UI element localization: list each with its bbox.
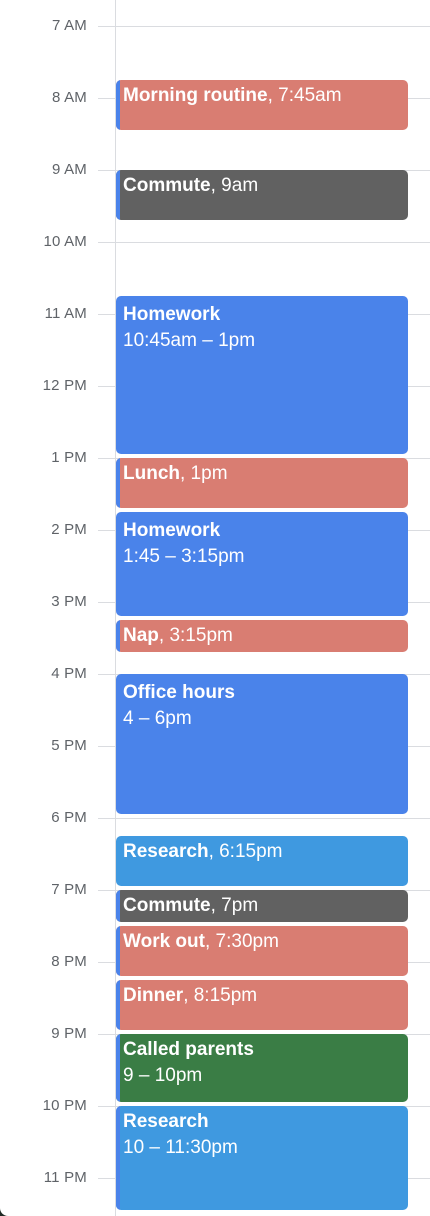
event-commute-evening[interactable]: Commute, 7pm xyxy=(116,890,408,922)
event-accent-bar xyxy=(116,170,120,220)
hour-label-9pm: 9 PM xyxy=(51,1025,87,1042)
event-time: , 3:15pm xyxy=(158,625,233,646)
hour-label-10am: 10 AM xyxy=(43,233,87,250)
event-accent-bar xyxy=(116,620,120,652)
hour-label-8am: 8 AM xyxy=(52,89,87,106)
event-time: , 7:30pm xyxy=(204,931,279,952)
event-time: , 1pm xyxy=(180,463,228,484)
event-title: Homework xyxy=(123,304,221,325)
hour-label-7am: 7 AM xyxy=(52,17,87,34)
hour-label-1pm: 1 PM xyxy=(51,449,87,466)
hour-label-10pm: 10 PM xyxy=(42,1097,87,1114)
event-homework-afternoon[interactable]: Homework 1:45 – 3:15pm xyxy=(116,512,408,616)
hour-label-11pm: 11 PM xyxy=(43,1169,87,1186)
hour-label-11am: 11 AM xyxy=(44,305,87,322)
event-time: , 7:45am xyxy=(267,85,342,106)
event-title: Work out xyxy=(123,931,205,952)
hour-label-9am: 9 AM xyxy=(52,161,87,178)
hour-label-8pm: 8 PM xyxy=(51,953,87,970)
hour-label-2pm: 2 PM xyxy=(51,521,87,538)
event-time: , 7pm xyxy=(210,895,259,916)
event-time: , 9am xyxy=(210,175,259,196)
event-accent-bar xyxy=(116,890,120,922)
event-morning-routine[interactable]: Morning routine, 7:45am xyxy=(116,80,408,130)
hour-label-7pm: 7 PM xyxy=(51,881,87,898)
event-title: Research xyxy=(123,1111,209,1132)
hour-label-6pm: 6 PM xyxy=(51,809,87,826)
event-called-parents[interactable]: Called parents 9 – 10pm xyxy=(116,1034,408,1102)
event-accent-bar xyxy=(116,1034,120,1102)
event-title: Commute xyxy=(123,175,211,196)
event-time: 4 – 6pm xyxy=(123,708,192,729)
event-title: Office hours xyxy=(123,682,235,703)
hour-label-12pm: 12 PM xyxy=(42,377,87,394)
event-title: Morning routine xyxy=(123,85,268,106)
window-corner xyxy=(0,1202,8,1216)
day-view-calendar: 7 AM 8 AM 9 AM 10 AM 11 AM 12 PM 1 PM 2 … xyxy=(0,0,430,1216)
event-research-night[interactable]: Research 10 – 11:30pm xyxy=(116,1106,408,1210)
event-dinner[interactable]: Dinner, 8:15pm xyxy=(116,980,408,1030)
event-time: , 6:15pm xyxy=(208,841,283,862)
event-title: Research xyxy=(123,841,209,862)
event-time: , 8:15pm xyxy=(183,985,258,1006)
event-accent-bar xyxy=(116,80,120,130)
event-accent-bar xyxy=(116,926,120,976)
event-accent-bar xyxy=(116,458,120,508)
event-office-hours[interactable]: Office hours 4 – 6pm xyxy=(116,674,408,814)
event-time: 9 – 10pm xyxy=(123,1065,203,1086)
hour-label-5pm: 5 PM xyxy=(51,737,87,754)
hour-gridline xyxy=(98,26,430,27)
event-time: 10:45am – 1pm xyxy=(123,330,256,351)
hour-label-3pm: 3 PM xyxy=(51,593,87,610)
event-title: Lunch xyxy=(123,463,180,484)
event-accent-bar xyxy=(116,1106,120,1210)
event-homework-morning[interactable]: Homework 10:45am – 1pm xyxy=(116,296,408,454)
event-title: Dinner xyxy=(123,985,184,1006)
event-title: Homework xyxy=(123,520,221,541)
event-title: Called parents xyxy=(123,1039,254,1060)
event-time: 1:45 – 3:15pm xyxy=(123,546,245,567)
event-title: Commute xyxy=(123,895,211,916)
hour-label-4pm: 4 PM xyxy=(51,665,87,682)
event-commute-morning[interactable]: Commute, 9am xyxy=(116,170,408,220)
event-accent-bar xyxy=(116,980,120,1030)
event-time: 10 – 11:30pm xyxy=(123,1137,238,1158)
event-title: Nap xyxy=(123,625,159,646)
event-lunch[interactable]: Lunch, 1pm xyxy=(116,458,408,508)
event-research-evening[interactable]: Research, 6:15pm xyxy=(116,836,408,886)
event-work-out[interactable]: Work out, 7:30pm xyxy=(116,926,408,976)
hour-gridline xyxy=(98,818,430,819)
event-nap[interactable]: Nap, 3:15pm xyxy=(116,620,408,652)
hour-gridline xyxy=(98,242,430,243)
